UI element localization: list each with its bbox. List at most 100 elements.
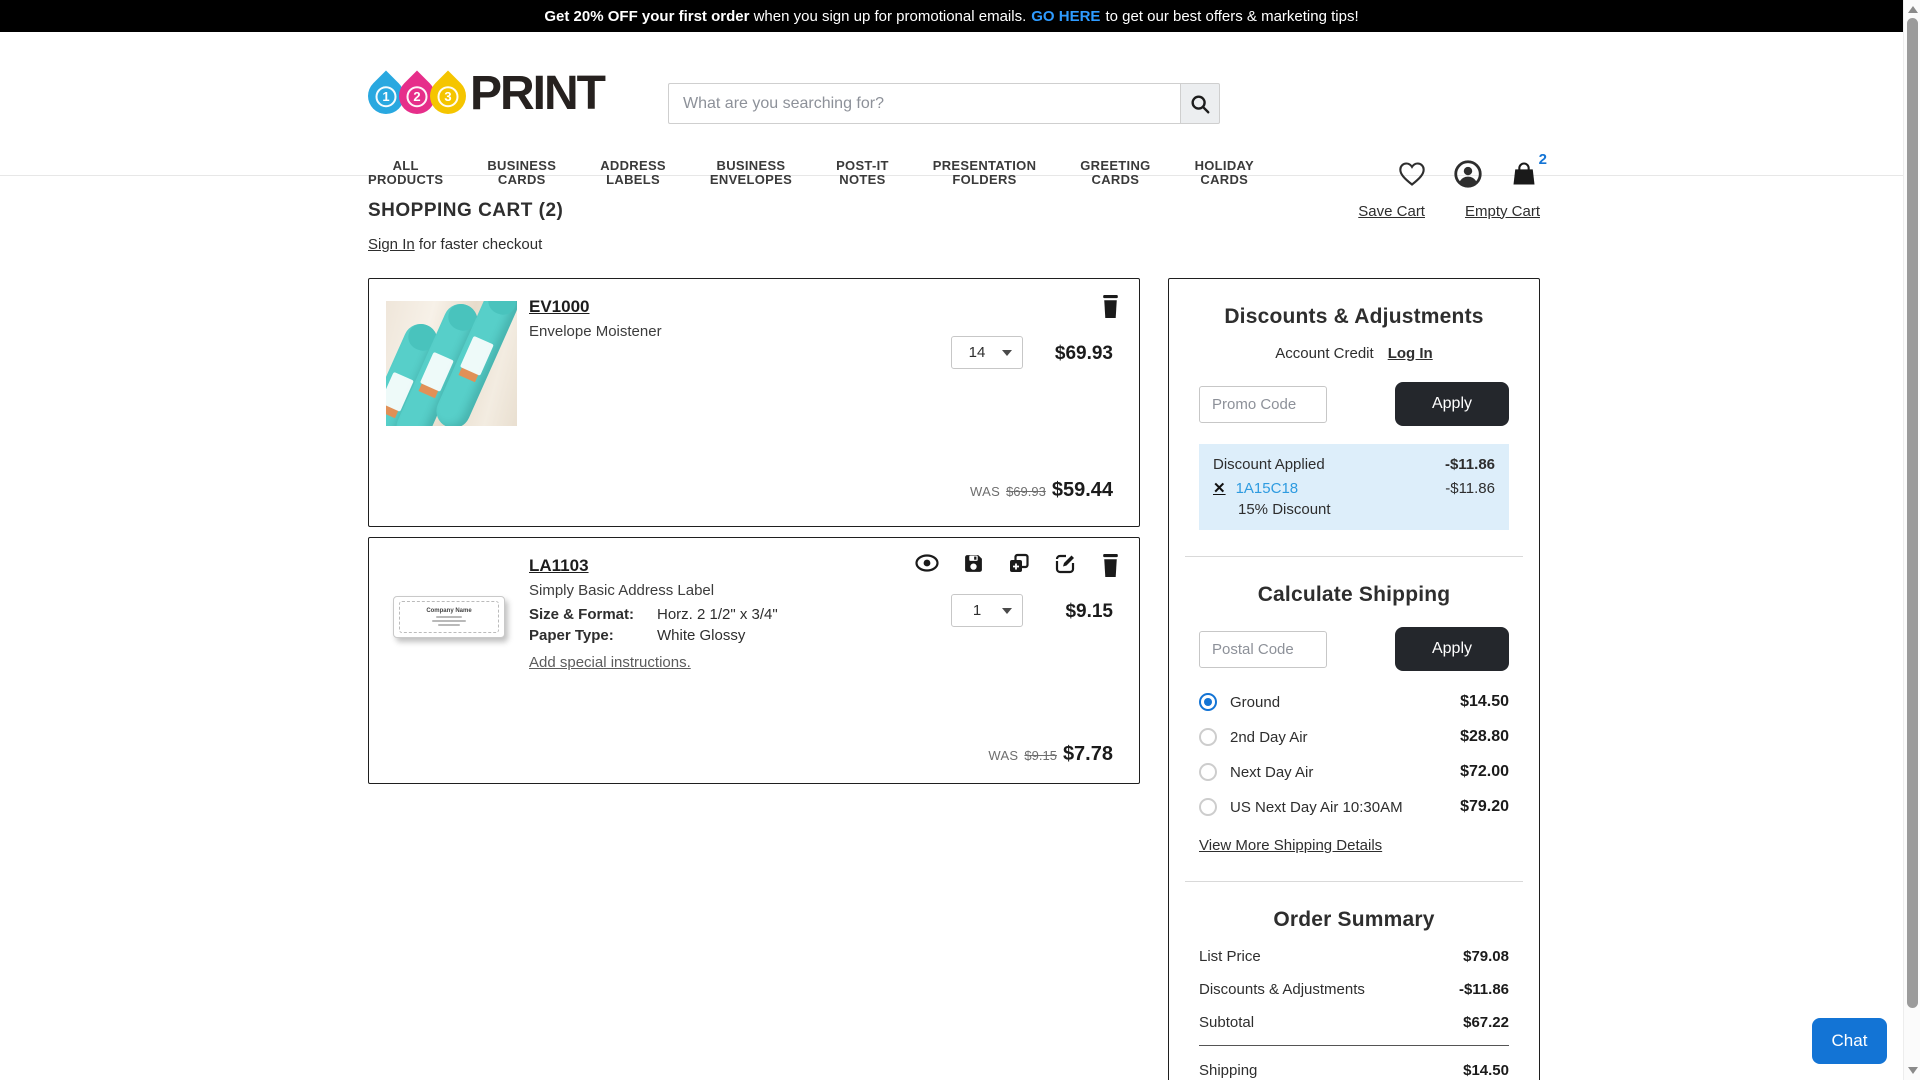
wishlist-button[interactable]: [1398, 161, 1426, 187]
account-button[interactable]: [1454, 160, 1482, 188]
search-button[interactable]: [1180, 83, 1220, 124]
delete-item-button[interactable]: [1100, 553, 1121, 578]
nav-post-it-notes[interactable]: POST-ITNOTES: [836, 159, 889, 187]
postal-code-row: Apply: [1199, 627, 1509, 671]
header-icons: 2: [1398, 160, 1538, 188]
radio-icon[interactable]: [1199, 763, 1217, 781]
duplicate-button[interactable]: [1008, 553, 1030, 578]
special-instructions-link[interactable]: Add special instructions.: [529, 654, 691, 671]
search-bar: [668, 83, 1220, 124]
item-price: $69.93: [1055, 343, 1113, 365]
save-design-button[interactable]: [963, 553, 984, 578]
product-image-ev1000[interactable]: [386, 301, 517, 426]
promo-banner-text: when you sign up for promotional emails.: [754, 8, 1027, 25]
postal-code-input[interactable]: [1199, 631, 1327, 668]
search-input[interactable]: [668, 83, 1180, 124]
nav-all-products[interactable]: ALLPRODUCTS: [368, 159, 443, 187]
scrollbar-down-arrow[interactable]: [1908, 1067, 1918, 1074]
logo-wordmark: PRINT: [470, 74, 604, 114]
remove-promo-icon[interactable]: ✕: [1213, 479, 1226, 497]
chat-button[interactable]: Chat: [1812, 1018, 1887, 1064]
scrollbar-up-arrow[interactable]: [1908, 6, 1918, 13]
edit-pencil-icon: [1054, 553, 1076, 575]
item-description: Simply Basic Address Label: [529, 582, 714, 599]
account-credit-row: Account CreditLog In: [1199, 345, 1509, 362]
signin-rest: for faster checkout: [415, 236, 543, 253]
order-summary-title: Order Summary: [1199, 908, 1509, 932]
save-icon: [963, 553, 984, 574]
empty-cart-link[interactable]: Empty Cart: [1465, 203, 1540, 220]
item-code-link[interactable]: LA1103: [529, 556, 589, 576]
logo-drops-icon: 1 2 3: [368, 78, 466, 114]
save-cart-link[interactable]: Save Cart: [1358, 203, 1425, 220]
promo-code-link[interactable]: 1A15C18: [1236, 480, 1299, 497]
nav-presentation-folders[interactable]: PRESENTATIONFOLDERS: [933, 159, 1037, 187]
checkout-panel: Discounts & Adjustments Account CreditLo…: [1168, 278, 1540, 1080]
shipping-option-next-day: Next Day Air $72.00: [1199, 763, 1509, 781]
now-price: $7.78: [1063, 743, 1113, 766]
radio-icon[interactable]: [1199, 798, 1217, 816]
now-price: $59.44: [1052, 479, 1113, 502]
promo-code-row: Apply: [1199, 382, 1509, 426]
primary-nav: ALLPRODUCTS BUSINESSCARDS ADDRESSLABELS …: [368, 159, 1218, 187]
radio-selected-icon[interactable]: [1199, 693, 1217, 711]
trash-icon: [1100, 294, 1121, 319]
trash-icon: [1100, 553, 1121, 578]
panel-divider: [1185, 881, 1523, 882]
copy-icon: [1008, 553, 1030, 575]
shipping-option-next-day-1030: US Next Day Air 10:30AM $79.20: [1199, 798, 1509, 816]
page-scrollbar[interactable]: [1903, 0, 1920, 1080]
summary-row-discounts: Discounts & Adjustments-$11.86: [1199, 981, 1509, 998]
account-icon: [1454, 160, 1482, 188]
nav-business-cards[interactable]: BUSINESSCARDS: [487, 159, 556, 187]
cart-header: SHOPPING CART (2) Save Cart Empty Cart: [368, 200, 1540, 222]
search-icon: [1189, 93, 1211, 115]
discounts-title: Discounts & Adjustments: [1199, 305, 1509, 329]
item-discount-price-row: WAS $9.15 $7.78: [988, 743, 1113, 766]
shipping-options: Ground $14.50 2nd Day Air $28.80 Next Da…: [1199, 693, 1509, 816]
shipping-option-2nd-day: 2nd Day Air $28.80: [1199, 728, 1509, 746]
promo-code-description: 15% Discount: [1213, 501, 1495, 518]
summary-divider: [1199, 1045, 1509, 1046]
cart-count-badge: 2: [1539, 151, 1547, 168]
item-code-link[interactable]: EV1000: [529, 297, 590, 317]
summary-row-subtotal: Subtotal$67.22: [1199, 1014, 1509, 1031]
delete-item-button[interactable]: [1100, 294, 1121, 319]
edit-button[interactable]: [1054, 553, 1076, 578]
view-more-shipping-link[interactable]: View More Shipping Details: [1199, 837, 1382, 854]
item-action-icons: [915, 553, 1121, 578]
apply-postal-button[interactable]: Apply: [1395, 627, 1509, 671]
log-in-link[interactable]: Log In: [1388, 345, 1433, 362]
go-here-link[interactable]: GO HERE: [1031, 8, 1100, 25]
quantity-dropdown[interactable]: 14: [951, 336, 1023, 369]
cart-button[interactable]: 2: [1510, 160, 1538, 188]
cart-item-ev1000: EV1000 Envelope Moistener 14 $69.93 WAS …: [368, 278, 1140, 527]
nav-business-envelopes[interactable]: BUSINESSENVELOPES: [710, 159, 792, 187]
heart-icon: [1398, 161, 1426, 187]
discount-applied-box: Discount Applied -$11.86 ✕ 1A15C18 -$11.…: [1199, 444, 1509, 530]
eye-icon: [915, 553, 939, 573]
nav-greeting-cards[interactable]: GREETINGCARDS: [1080, 159, 1150, 187]
was-price: $9.15: [1024, 748, 1057, 763]
logo-digit-3: 3: [438, 86, 459, 107]
promo-code-input[interactable]: [1199, 386, 1327, 423]
nav-address-labels[interactable]: ADDRESSLABELS: [600, 159, 666, 187]
sign-in-link[interactable]: Sign In: [368, 236, 415, 253]
scrollbar-thumb[interactable]: [1907, 18, 1918, 1008]
quantity-dropdown[interactable]: 1: [951, 594, 1023, 627]
preview-button[interactable]: [915, 553, 939, 578]
logo-digit-1: 1: [376, 86, 397, 107]
product-image-la1103[interactable]: Company Name: [393, 596, 505, 638]
promo-banner-after: to get our best offers & marketing tips!: [1105, 8, 1358, 25]
apply-promo-button[interactable]: Apply: [1395, 382, 1509, 426]
promo-code-value: -$11.86: [1445, 480, 1495, 497]
cart-item-la1103: Company Name LA1103 Simply Basic Address…: [368, 537, 1140, 784]
discount-applied-label: Discount Applied: [1213, 456, 1325, 473]
shopping-cart-page: Get 20% OFF your first order when you si…: [0, 0, 1920, 1080]
site-logo[interactable]: 1 2 3 PRINT: [368, 74, 604, 114]
signin-row: Sign In for faster checkout: [368, 236, 542, 253]
panel-divider: [1185, 556, 1523, 557]
nav-holiday-cards[interactable]: HOLIDAYCARDS: [1195, 159, 1254, 187]
radio-icon[interactable]: [1199, 728, 1217, 746]
shipping-option-ground: Ground $14.50: [1199, 693, 1509, 711]
